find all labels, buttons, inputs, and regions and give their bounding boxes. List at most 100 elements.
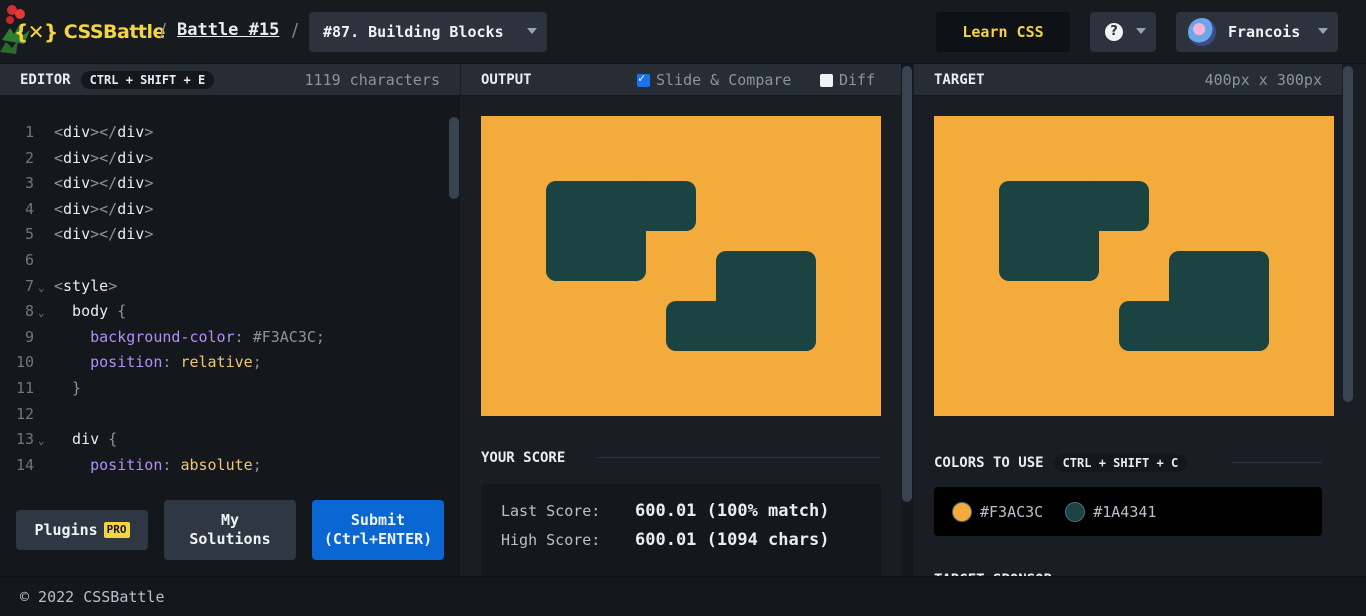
code-token: > xyxy=(90,123,100,141)
character-count: 1119 characters xyxy=(304,70,440,89)
code-line[interactable]: 10 position: relative; xyxy=(0,349,446,375)
target-title: TARGET xyxy=(934,71,985,88)
line-number: 3 xyxy=(24,174,34,193)
slide-compare-toggle[interactable]: Slide & Compare xyxy=(637,71,791,89)
color-swatch[interactable]: #F3AC3C xyxy=(952,501,1043,522)
line-number: 5 xyxy=(24,225,34,244)
fold-chevron-icon[interactable]: ⌄ xyxy=(38,428,45,454)
code-token: < xyxy=(54,225,64,244)
output-scrollbar-track[interactable] xyxy=(901,64,913,576)
code-line[interactable]: 3 <div></div> xyxy=(0,170,446,196)
code-token: ; xyxy=(315,327,325,346)
line-number: 8 xyxy=(24,302,34,321)
code-token: <div> xyxy=(54,200,99,218)
code-line[interactable]: 2 <div></div> xyxy=(0,145,446,171)
color-swatch[interactable]: #1A4341 xyxy=(1065,501,1157,522)
code-text: div { xyxy=(54,426,117,452)
code-text: position: absolute; xyxy=(54,452,262,478)
code-token: : xyxy=(234,327,253,346)
code-token: < xyxy=(54,174,64,193)
code-line[interactable]: 9 background-color: #F3AC3C; xyxy=(0,324,446,350)
help-menu-button[interactable]: ? xyxy=(1090,12,1156,52)
code-token: div xyxy=(117,199,145,218)
my-solutions-button[interactable]: My Solutions xyxy=(164,500,296,560)
your-score-title: YOUR SCORE xyxy=(481,450,566,466)
code-line[interactable]: 12 xyxy=(0,401,446,427)
top-bar: {✕} CSSBattle / Battle #15 / #87. Buildi… xyxy=(0,0,1366,64)
page-scrollbar-thumb[interactable] xyxy=(1343,66,1353,402)
code-text: <div></div> xyxy=(54,196,153,222)
output-scrollbar-thumb[interactable] xyxy=(902,66,912,502)
last-score-value: 600.01 (100% match) xyxy=(635,501,830,521)
editor-header: EDITOR CTRL + SHIFT + E 1119 characters xyxy=(0,64,460,96)
slide-compare-checkbox[interactable] xyxy=(637,71,650,87)
output-canvas[interactable] xyxy=(481,116,881,416)
code-line[interactable]: 14 position: absolute; xyxy=(0,452,446,478)
line-number: 9 xyxy=(24,327,34,346)
target-image xyxy=(934,116,1334,416)
code-token: { xyxy=(108,430,118,449)
code-line[interactable]: 13 ⌄ div { xyxy=(0,426,446,452)
help-icon: ? xyxy=(1105,23,1123,41)
code-token: position xyxy=(90,353,163,372)
code-editor[interactable]: 1 <div></div> 2 <div></div> 3 <div></div> 4 <di… xyxy=(0,96,460,480)
target-select-dropdown[interactable]: #87. Building Blocks xyxy=(309,12,547,52)
breadcrumb-separator: / xyxy=(292,20,299,41)
fold-chevron-icon[interactable]: ⌄ xyxy=(38,275,45,301)
code-token: ; xyxy=(252,455,262,474)
editor-actions: Plugins PRO My Solutions Submit (Ctrl+EN… xyxy=(0,480,460,576)
editor-scrollbar[interactable] xyxy=(449,117,459,199)
pro-badge: PRO xyxy=(103,522,130,538)
user-name: Francois xyxy=(1228,23,1301,41)
line-number: 4 xyxy=(24,199,34,218)
code-line[interactable]: 8 ⌄ body { xyxy=(0,298,446,324)
code-line[interactable]: 7 ⌄ <style> xyxy=(0,273,446,299)
diff-toggle[interactable]: Diff xyxy=(820,71,875,89)
code-line[interactable]: 4 <div></div> xyxy=(0,196,446,222)
cssbattle-logo[interactable]: {✕} CSSBattle xyxy=(14,17,165,47)
code-token: </div> xyxy=(99,149,153,167)
code-token: > xyxy=(144,174,154,193)
code-line[interactable]: 6 xyxy=(0,247,446,273)
code-token: relative xyxy=(180,353,253,372)
learn-css-button[interactable]: Learn CSS xyxy=(936,12,1070,52)
plugins-button[interactable]: Plugins PRO xyxy=(16,510,148,550)
code-token: < xyxy=(54,276,64,295)
logo-mark-icon: {✕} xyxy=(14,20,58,44)
code-line[interactable]: 5 <div></div> xyxy=(0,221,446,247)
code-token: div xyxy=(54,430,109,449)
chevron-down-icon xyxy=(1318,28,1328,34)
colors-to-use-title: COLORS TO USE CTRL + SHIFT + C xyxy=(934,454,1188,472)
code-token: div xyxy=(117,123,145,141)
code-token: > xyxy=(90,148,100,167)
code-token: ; xyxy=(252,353,262,372)
code-token: style xyxy=(63,276,109,295)
battle-link[interactable]: Battle #15 xyxy=(177,20,279,40)
high-score-value: 600.01 (1094 chars) xyxy=(635,530,830,550)
user-menu-button[interactable]: Francois xyxy=(1176,12,1338,52)
line-number: 10 xyxy=(15,353,34,372)
code-token: { xyxy=(117,302,127,321)
breadcrumb-separator: / xyxy=(160,20,167,41)
code-text: } xyxy=(54,375,81,401)
code-line[interactable]: 1 <div></div> xyxy=(0,119,446,145)
code-token: > xyxy=(108,276,118,295)
code-text: <div></div> xyxy=(54,170,153,196)
color-hex: #1A4341 xyxy=(1093,502,1157,521)
code-line[interactable]: 11 } xyxy=(0,375,446,401)
code-text: position: relative; xyxy=(54,349,262,375)
code-token: div xyxy=(117,148,145,167)
submit-button[interactable]: Submit (Ctrl+ENTER) xyxy=(312,500,444,560)
target-size: 400px x 300px xyxy=(1204,70,1322,89)
fold-chevron-icon[interactable]: ⌄ xyxy=(38,300,45,326)
color-swatches: #F3AC3C #1A4341 xyxy=(934,487,1322,536)
diff-checkbox[interactable] xyxy=(820,73,833,87)
code-token: > xyxy=(90,199,100,218)
code-token: } xyxy=(54,379,82,397)
line-number: 12 xyxy=(15,404,34,423)
copyright-text: © 2022 CSSBattle xyxy=(20,587,165,606)
output-title: OUTPUT xyxy=(481,71,532,88)
code-text: body { xyxy=(54,298,126,324)
